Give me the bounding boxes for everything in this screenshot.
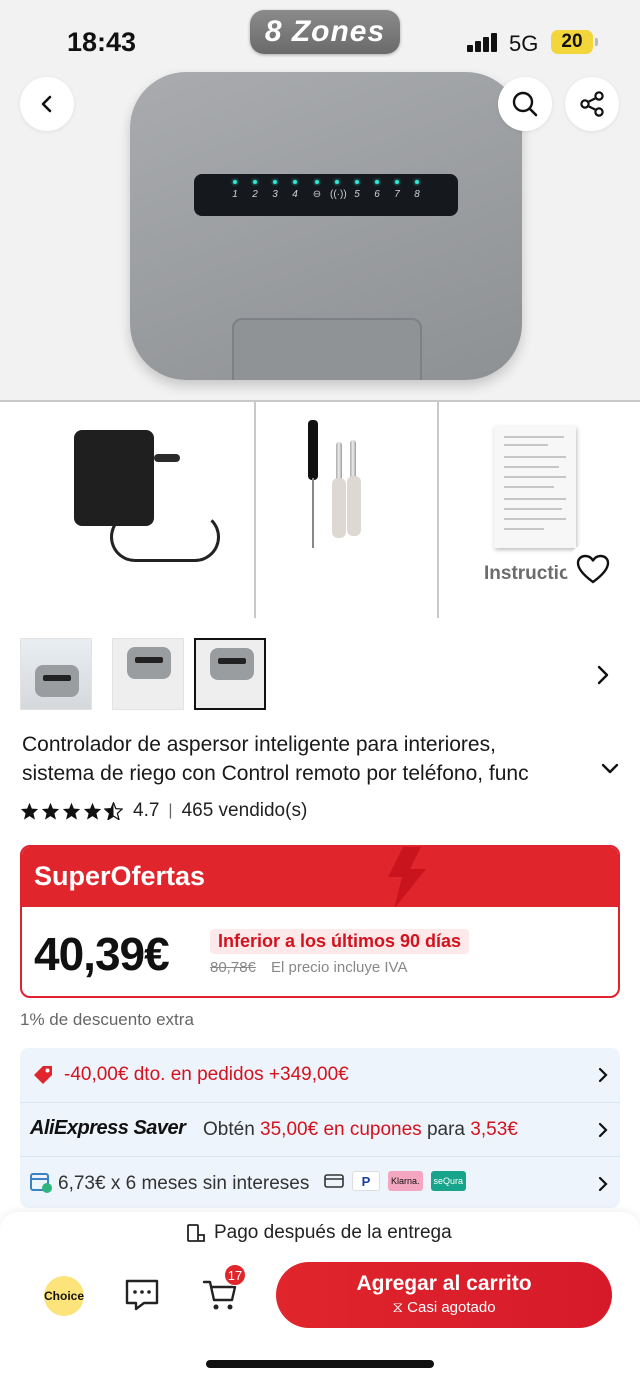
message-icon bbox=[125, 1279, 159, 1311]
thumbnail-1[interactable] bbox=[20, 638, 92, 710]
sequra-badge: seQura bbox=[430, 1171, 467, 1191]
screwdriver-image bbox=[308, 420, 318, 550]
rating-stars bbox=[20, 802, 123, 820]
chevron-right-icon bbox=[597, 665, 609, 685]
coupon-row[interactable]: -40,00€ dto. en pedidos +349,00€ bbox=[20, 1048, 620, 1102]
zone-number: 7 bbox=[394, 189, 400, 200]
promotions-panel: -40,00€ dto. en pedidos +349,00€ AliExpr… bbox=[20, 1048, 620, 1208]
original-price: 80,78€ bbox=[210, 959, 256, 976]
saver-mid: para bbox=[426, 1119, 465, 1140]
star-icon bbox=[83, 802, 102, 820]
wishlist-button[interactable] bbox=[566, 542, 620, 596]
heart-icon bbox=[576, 554, 610, 584]
status-bar: 18:43 8 Zones 5G 20 bbox=[0, 0, 640, 80]
product-title-line-1: Controlador de aspersor inteligente para… bbox=[22, 733, 496, 756]
saver-price: 3,53€ bbox=[470, 1119, 518, 1140]
pay-after-label: Pago después de la entrega bbox=[214, 1222, 452, 1243]
battery-icon: 20 bbox=[551, 30, 598, 54]
cash-on-delivery-icon bbox=[187, 1224, 205, 1242]
lightning-icon bbox=[388, 847, 426, 907]
installments-text: 6,73€ x 6 meses sin intereses bbox=[58, 1173, 310, 1194]
signal-icon bbox=[467, 32, 499, 52]
coupon-text: -40,00€ dto. en pedidos +349,00€ bbox=[64, 1064, 349, 1085]
extra-discount: 1% de descuento extra bbox=[20, 1010, 194, 1029]
paypal-icon: P bbox=[352, 1171, 380, 1191]
zone-number: 4 bbox=[292, 189, 298, 200]
share-icon bbox=[580, 91, 604, 117]
home-indicator[interactable] bbox=[206, 1360, 434, 1368]
tag-icon bbox=[34, 1066, 52, 1084]
clock: 18:43 bbox=[67, 27, 137, 57]
chevron-left-icon bbox=[41, 95, 52, 113]
star-icon bbox=[62, 802, 81, 820]
network-type: 5G bbox=[509, 31, 539, 56]
controller-device-image: 1 2 3 4 ⊖ ((·)) 5 6 7 8 bbox=[130, 72, 522, 380]
device-flap bbox=[232, 318, 422, 380]
rating-row[interactable]: 4.7 | 465 vendido(s) bbox=[20, 800, 307, 822]
star-half-icon bbox=[104, 802, 123, 820]
calendar-percent-icon bbox=[30, 1173, 52, 1193]
saver-amount: 35,00€ en cupones bbox=[260, 1119, 422, 1140]
rating-value: 4.7 bbox=[133, 800, 160, 821]
chat-button[interactable] bbox=[124, 1278, 160, 1317]
back-button[interactable] bbox=[20, 77, 74, 131]
wall-anchor-image bbox=[347, 476, 361, 536]
expand-title-button[interactable] bbox=[600, 762, 620, 781]
choice-badge[interactable]: Choice bbox=[44, 1276, 84, 1316]
add-to-cart-label: Agregar al carrito bbox=[356, 1272, 532, 1295]
aliexpress-saver-logo: AliExpress Saver bbox=[30, 1117, 186, 1139]
chevron-right-icon bbox=[598, 1122, 608, 1138]
payment-methods: P Klarna. seQura bbox=[324, 1171, 467, 1191]
star-icon bbox=[41, 802, 60, 820]
cart-count-badge: 17 bbox=[224, 1264, 246, 1286]
product-title-line-2: sistema de riego con Control remoto por … bbox=[22, 762, 529, 785]
installments-row[interactable]: 6,73€ x 6 meses sin intereses P Klarna. … bbox=[20, 1156, 620, 1210]
thumbnail-2[interactable] bbox=[112, 638, 184, 710]
zone-number: 3 bbox=[272, 189, 278, 200]
super-deal-title: SuperOfertas bbox=[34, 861, 206, 891]
share-button[interactable] bbox=[565, 77, 619, 131]
add-to-cart-button[interactable]: Agregar al carrito ⧖ Casi agotado bbox=[276, 1262, 612, 1328]
zone-number: 2 bbox=[252, 189, 258, 200]
led-panel: 1 2 3 4 ⊖ ((·)) 5 6 7 8 bbox=[194, 174, 458, 216]
super-deal-banner: SuperOfertas bbox=[22, 847, 618, 907]
zones-badge: 8 Zones bbox=[250, 10, 400, 54]
tax-note: El precio incluye IVA bbox=[271, 959, 408, 976]
zone-number: 8 bbox=[414, 189, 420, 200]
sold-count: 465 vendido(s) bbox=[181, 800, 308, 821]
super-deal-card[interactable]: SuperOfertas 40,39€ Inferior a los últim… bbox=[20, 845, 620, 998]
chevron-down-icon bbox=[601, 763, 619, 774]
card-icon bbox=[324, 1174, 344, 1188]
search-button[interactable] bbox=[498, 77, 552, 131]
stock-note: ⧖ Casi agotado bbox=[392, 1299, 496, 1316]
star-icon bbox=[20, 802, 39, 820]
zone-number: 6 bbox=[374, 189, 380, 200]
wall-anchor-image bbox=[332, 478, 346, 538]
manual-label: Instructio bbox=[484, 563, 571, 584]
thumbnail-3[interactable] bbox=[194, 638, 266, 710]
cable-image bbox=[110, 512, 220, 562]
saver-prefix: Obtén bbox=[203, 1119, 255, 1140]
product-title[interactable]: Controlador de aspersor inteligente para… bbox=[22, 730, 602, 788]
lowest-price-badge: Inferior a los últimos 90 días bbox=[210, 929, 470, 954]
current-price: 40,39€ bbox=[34, 928, 170, 980]
zone-number: 1 bbox=[232, 189, 238, 200]
klarna-badge: Klarna. bbox=[388, 1171, 423, 1191]
search-icon bbox=[512, 91, 538, 117]
saver-row[interactable]: AliExpress Saver Obtén 35,00€ en cupones… bbox=[20, 1102, 620, 1156]
pay-after-delivery: Pago después de la entrega bbox=[186, 1222, 452, 1244]
thumbnail-next-button[interactable] bbox=[596, 664, 610, 691]
zone-number: 5 bbox=[354, 189, 360, 200]
chevron-right-icon bbox=[598, 1067, 608, 1083]
manual-image bbox=[494, 426, 576, 548]
chevron-right-icon bbox=[598, 1176, 608, 1192]
bottom-bar: Pago después de la entrega Choice 17 Agr… bbox=[0, 1212, 640, 1384]
